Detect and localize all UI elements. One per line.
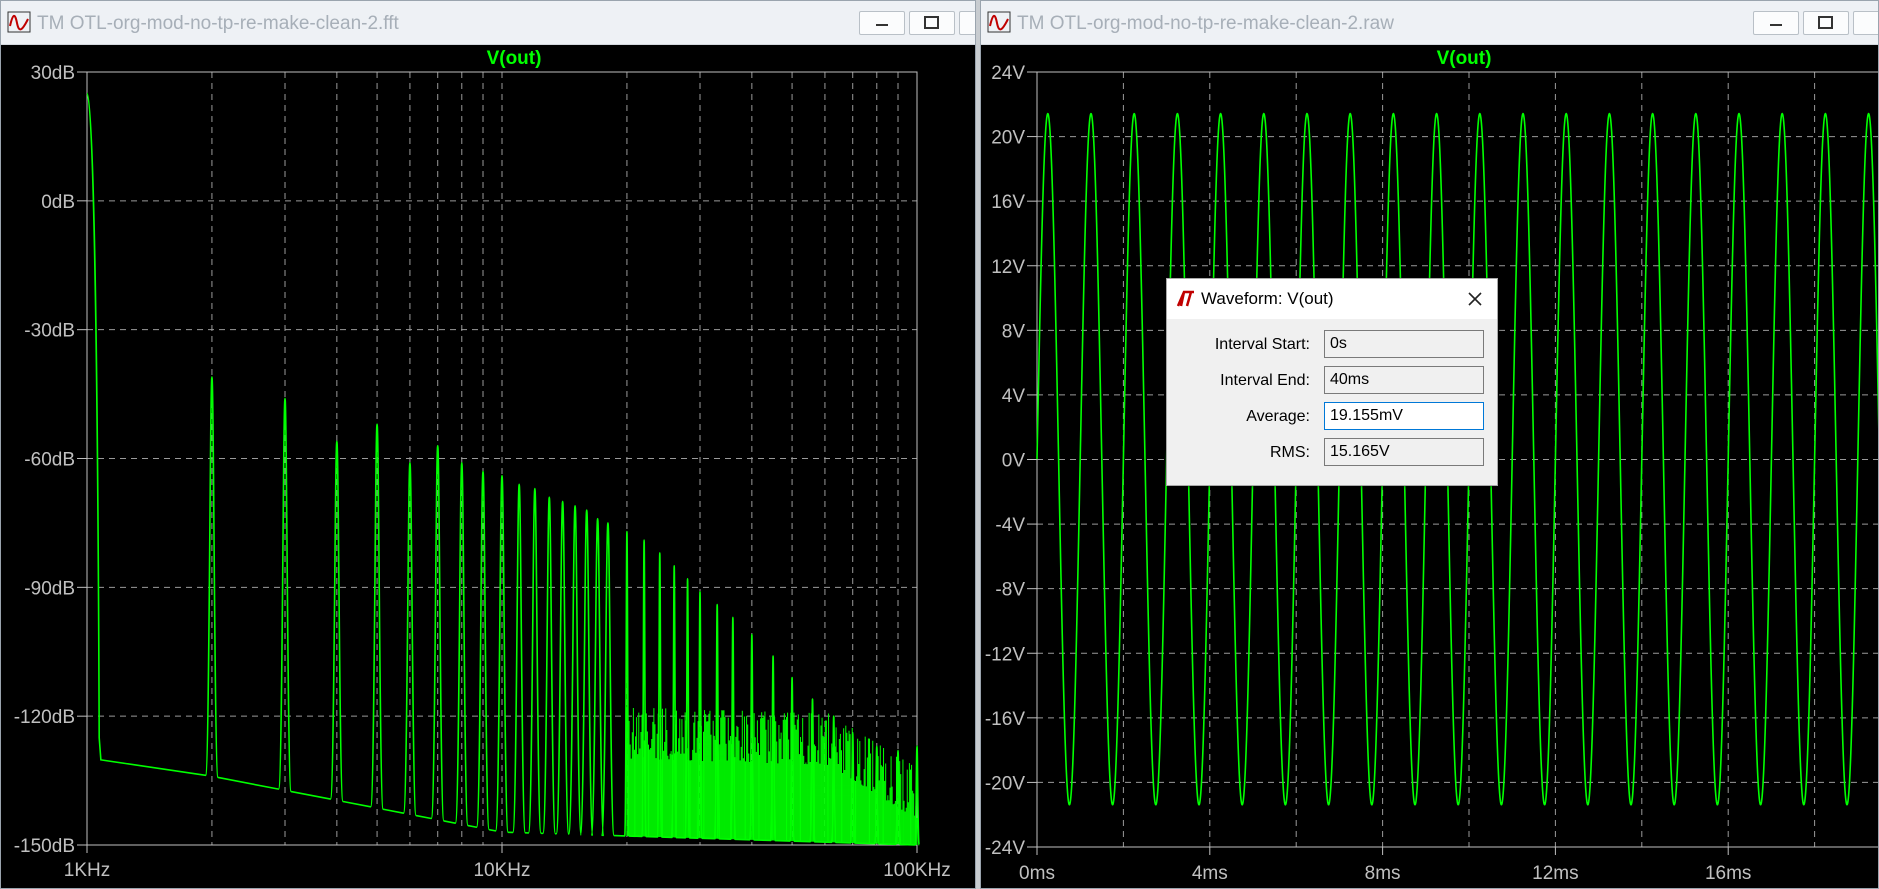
x-tick-label: 0ms: [1019, 863, 1055, 884]
plot-title: V(out): [487, 48, 542, 69]
rms-field[interactable]: 15.165V: [1324, 438, 1484, 466]
waveform-window-title: TM OTL-org-mod-no-tp-re-make-clean-2.raw: [1017, 13, 1394, 34]
average-field[interactable]: 19.155mV: [1324, 402, 1484, 430]
minimize-icon: [876, 24, 888, 26]
fft-chart: 30dB 0dB -30dB -60dB -90dB -120dB -150dB 1KHz 10…: [14, 48, 951, 881]
average-row: Average: 19.155mV: [1167, 402, 1497, 432]
rms-label: RMS:: [1270, 444, 1310, 461]
fft-window-title: TM OTL-org-mod-no-tp-re-make-clean-2.fft: [37, 13, 399, 34]
y-tick-label: -30dB: [24, 321, 75, 342]
y-tick-label: -90dB: [24, 578, 75, 599]
x-tick-label: 16ms: [1705, 863, 1751, 884]
maximize-icon: [924, 16, 939, 29]
interval-start-field[interactable]: 0s: [1324, 330, 1484, 358]
maximize-button[interactable]: [1803, 11, 1849, 35]
x-tick-label: 1KHz: [64, 860, 110, 881]
x-tick-label: 4ms: [1192, 863, 1228, 884]
waveform-app-icon: [987, 11, 1011, 33]
rms-row: RMS: 15.165V: [1167, 438, 1497, 468]
y-tick-label: -150dB: [14, 836, 75, 857]
y-tick-label: 24V: [991, 63, 1025, 84]
y-tick-label: -120dB: [14, 707, 75, 728]
dialog-header[interactable]: Waveform: V(out): [1167, 279, 1497, 319]
x-tick-label: 12ms: [1532, 863, 1578, 884]
ltspice-logo-icon: [1176, 290, 1194, 307]
minimize-button[interactable]: [1753, 11, 1799, 35]
fft-window-titlebar[interactable]: TM OTL-org-mod-no-tp-re-make-clean-2.fft: [1, 1, 975, 45]
dialog-title: Waveform: V(out): [1201, 289, 1334, 308]
x-tick-label: 8ms: [1365, 863, 1401, 884]
minimize-icon: [1770, 24, 1782, 26]
minimize-button[interactable]: [859, 11, 905, 35]
fft-window[interactable]: TM OTL-org-mod-no-tp-re-make-clean-2.fft…: [0, 0, 976, 889]
plot-title: V(out): [1437, 48, 1492, 69]
y-tick-label: 12V: [991, 257, 1025, 278]
maximize-button[interactable]: [909, 11, 955, 35]
maximize-icon: [1818, 16, 1833, 29]
y-tick-label: -60dB: [24, 450, 75, 471]
x-tick-label: 10KHz: [473, 860, 530, 881]
waveform-window-titlebar[interactable]: TM OTL-org-mod-no-tp-re-make-clean-2.raw: [981, 1, 1878, 45]
close-button-partial[interactable]: [1853, 11, 1878, 35]
y-tick-label: -24V: [985, 838, 1025, 859]
y-tick-label: -4V: [995, 515, 1025, 536]
average-label: Average:: [1246, 408, 1310, 425]
waveform-app-icon: [7, 11, 31, 33]
y-tick-label: -8V: [995, 580, 1025, 601]
interval-end-field[interactable]: 40ms: [1324, 366, 1484, 394]
interval-end-row: Interval End: 40ms: [1167, 366, 1497, 396]
y-tick-label: 30dB: [31, 63, 75, 84]
interval-start-row: Interval Start: 0s: [1167, 330, 1497, 360]
interval-start-label: Interval Start:: [1214, 336, 1310, 353]
close-button-partial[interactable]: [959, 11, 975, 35]
y-tick-label: 8V: [1002, 321, 1026, 342]
y-tick-label: 20V: [991, 128, 1025, 149]
y-tick-label: 4V: [1002, 386, 1026, 407]
y-tick-label: -20V: [985, 773, 1025, 794]
y-tick-label: 16V: [991, 192, 1025, 213]
y-tick-label: -12V: [985, 644, 1025, 665]
interval-end-label: Interval End:: [1220, 372, 1310, 389]
y-tick-label: 0dB: [41, 192, 75, 213]
fft-plot-area[interactable]: 30dB 0dB -30dB -60dB -90dB -120dB -150dB 1KHz 10…: [1, 45, 975, 888]
y-tick-label: -16V: [985, 709, 1025, 730]
close-icon[interactable]: [1463, 287, 1487, 311]
x-tick-label: 100KHz: [883, 860, 951, 881]
y-tick-label: 0V: [1002, 451, 1026, 472]
waveform-measurement-dialog[interactable]: Waveform: V(out) Interval Start: 0s Inte…: [1166, 278, 1498, 486]
